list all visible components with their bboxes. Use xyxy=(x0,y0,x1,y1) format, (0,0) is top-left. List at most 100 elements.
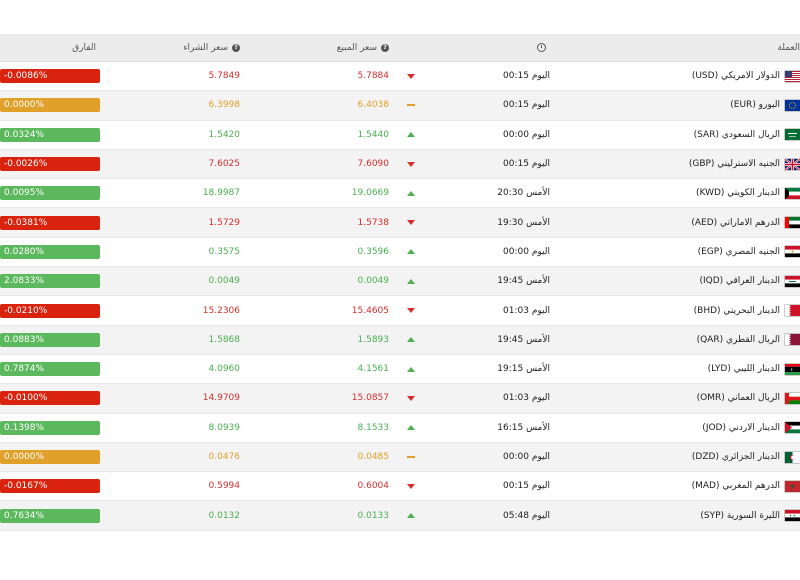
update-time-text: اليوم 00:15 xyxy=(503,71,550,82)
diff-cell: 0.7634% xyxy=(0,501,100,529)
trend-up-icon xyxy=(407,366,415,372)
info-icon[interactable]: ? xyxy=(232,43,240,52)
diff-badge: 0.0280% xyxy=(0,244,100,259)
ae-flag-icon xyxy=(785,217,800,229)
table-row: الريال السعودي (SAR) اليوم 00:00 1.5440 1.5… xyxy=(0,121,800,150)
currency-name: الدولار الامريكي (USD) xyxy=(691,71,780,82)
currency-cell[interactable]: الدينار الليبي (LYD) xyxy=(550,355,800,383)
diff-cell: -0.0381% xyxy=(0,208,100,236)
update-time-text: اليوم 05:48 xyxy=(503,510,550,521)
update-time-text: الأمس 19:45 xyxy=(497,276,550,287)
currency-name: الدينار الاردني (JOD) xyxy=(702,422,780,433)
table-row: الدرهم المغربي (MAD) اليوم 00:15 0.6004 0.5… xyxy=(0,472,800,502)
currency-cell[interactable]: الدولار الامريكي (USD) xyxy=(550,62,800,90)
header-buy-label: سعر الشراء xyxy=(183,42,228,53)
currency-name: الدينار البحريني (BHD) xyxy=(693,305,780,316)
sell-price: 4.1561 xyxy=(249,355,390,383)
sell-price: 0.3596 xyxy=(249,238,390,266)
update-time-text: اليوم 00:15 xyxy=(503,159,550,170)
eu-flag-icon xyxy=(785,99,800,111)
currency-cell[interactable]: الدرهم المغربي (MAD) xyxy=(550,472,800,500)
diff-cell: 0.0000% xyxy=(0,443,100,471)
exchange-rate-table: العملة ? سعر المبيع ? سعر الشراء الفارق … xyxy=(0,34,800,531)
table-row: الريال العماني (OMR) اليوم 01:03 15.0857 14… xyxy=(0,384,800,414)
diff-cell: -0.0167% xyxy=(0,472,100,500)
diff-cell: -0.0086% xyxy=(0,62,100,90)
currency-cell[interactable]: الدينار الكويتي (KWD) xyxy=(550,179,800,207)
currency-cell[interactable]: الريال العماني (OMR) xyxy=(550,384,800,412)
us-flag-icon xyxy=(785,70,800,82)
buy-price-value: 0.5994 xyxy=(208,481,241,492)
buy-price: 0.0476 xyxy=(100,443,241,471)
table-header: العملة ? سعر المبيع ? سعر الشراء الفارق xyxy=(0,34,800,62)
trend-indicator xyxy=(399,208,423,236)
sell-price: 15.0857 xyxy=(249,384,389,412)
update-time-text: الأمس 16:15 xyxy=(497,422,550,433)
currency-cell[interactable]: الدرهم الاماراتي (AED) xyxy=(550,208,800,236)
clock-icon xyxy=(537,43,546,52)
currency-cell[interactable]: اليورو (EUR) xyxy=(550,91,800,119)
update-time-text: الأمس 19:15 xyxy=(497,364,550,375)
diff-badge: -0.0086% xyxy=(0,69,100,84)
diff-cell: -0.0100% xyxy=(0,384,100,412)
trend-down-icon xyxy=(407,73,415,79)
currency-cell[interactable]: الدينار البحريني (BHD) xyxy=(550,296,800,324)
update-time-text: اليوم 00:00 xyxy=(503,452,550,462)
sell-price: 1.5440 xyxy=(249,121,390,149)
buy-price-value: 6.3998 xyxy=(208,100,241,111)
qa-flag-icon xyxy=(785,334,800,346)
buy-price: 4.0960 xyxy=(100,355,241,383)
currency-name: الدينار الجزائري (DZD) xyxy=(691,452,780,462)
diff-badge: 0.0000% xyxy=(0,450,100,464)
info-icon[interactable]: ? xyxy=(381,43,389,52)
buy-price-value: 0.0049 xyxy=(208,276,241,287)
diff-badge: -0.0210% xyxy=(0,303,100,318)
currency-cell[interactable]: الليرة السورية (SYP) xyxy=(550,501,800,529)
currency-cell[interactable]: الدينار الاردني (JOD) xyxy=(550,414,800,442)
trend-indicator xyxy=(399,179,423,207)
sy-flag-icon xyxy=(785,510,800,522)
diff-cell: 2.0833% xyxy=(0,267,100,295)
currency-name: الدينار العراقي (IQD) xyxy=(699,276,780,287)
sell-price: 1.5893 xyxy=(249,326,390,354)
sell-price: 19.0669 xyxy=(249,179,389,207)
header-diff: الفارق xyxy=(0,34,100,61)
om-flag-icon xyxy=(785,392,800,404)
table-row: الدينار الليبي (LYD) الأمس 19:15 4.1561 4.0… xyxy=(0,355,800,385)
currency-cell[interactable]: الجنيه المصري (EGP) xyxy=(550,238,800,266)
buy-price-value: 15.2306 xyxy=(202,305,240,316)
buy-price: 1.5729 xyxy=(100,208,241,236)
table-row: الجنيه الاسترليني (GBP) اليوم 00:15 7.6090… xyxy=(0,149,800,180)
diff-badge: 0.0883% xyxy=(0,332,100,347)
sell-price-value: 0.3596 xyxy=(357,246,390,257)
trend-indicator xyxy=(399,326,423,354)
trend-up-icon xyxy=(407,132,415,138)
diff-badge: 0.1398% xyxy=(0,420,100,435)
buy-price-value: 18.9987 xyxy=(202,188,240,199)
currency-name: الجنيه الاسترليني (GBP) xyxy=(688,159,780,170)
currency-cell[interactable]: الدينار العراقي (IQD) xyxy=(550,267,800,295)
buy-price: 15.2306 xyxy=(100,296,240,324)
diff-badge: 0.7874% xyxy=(0,362,100,377)
currency-name: الدرهم المغربي (MAD) xyxy=(691,481,780,492)
currency-cell[interactable]: الجنيه الاسترليني (GBP) xyxy=(550,150,800,178)
header-sell-label: سعر المبيع xyxy=(336,42,377,53)
trend-indicator xyxy=(399,355,423,383)
sell-price-value: 0.0485 xyxy=(357,452,390,462)
header-currency-label: العملة xyxy=(777,42,800,53)
trend-down-icon xyxy=(407,308,415,314)
trend-indicator xyxy=(399,150,423,178)
sell-price-value: 15.0857 xyxy=(351,393,389,404)
trend-indicator xyxy=(399,62,423,90)
sell-price-value: 19.0669 xyxy=(351,188,389,199)
currency-name: الجنيه المصري (EGP) xyxy=(697,246,780,257)
buy-price: 1.5868 xyxy=(100,326,241,354)
header-diff-label: الفارق xyxy=(72,42,96,53)
currency-cell[interactable]: الريال السعودي (SAR) xyxy=(550,121,800,149)
diff-badge: -0.0381% xyxy=(0,215,100,230)
currency-cell[interactable]: الريال القطري (QAR) xyxy=(550,326,800,354)
currency-name: الليرة السورية (SYP) xyxy=(700,510,780,521)
trend-down-icon xyxy=(407,161,415,167)
buy-price: 5.7849 xyxy=(100,62,241,90)
currency-cell[interactable]: الدينار الجزائري (DZD) xyxy=(550,443,800,471)
